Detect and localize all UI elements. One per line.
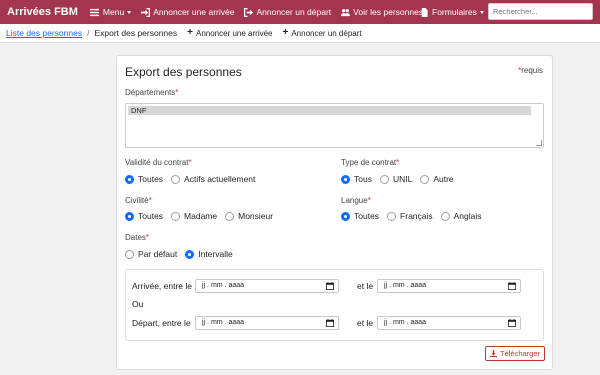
page-title: Export des personnes [125, 65, 242, 79]
arrival-between-label: Arrivée, entre le [132, 281, 192, 291]
top-navbar: Arrivées FBM Menu Annoncer une arrivée A… [0, 0, 600, 24]
radio-unchecked[interactable] [379, 174, 389, 184]
plus-icon: + [187, 27, 193, 38]
departments-label: Départements* [125, 88, 179, 97]
nav-view-people-label: Voir les personnes [353, 7, 424, 17]
contract-type-label: Type de contrat* [341, 158, 400, 167]
sign-out-icon [243, 7, 253, 17]
caret-down-icon [127, 10, 132, 14]
validity-option-all[interactable]: Toutes [125, 174, 163, 184]
announce-departure-label: Annoncer un départ [291, 28, 362, 38]
menu-label: Menu [102, 7, 125, 17]
validity-option-active[interactable]: Actifs actuellement [171, 174, 255, 184]
language-radio-group: Toutes Français Anglais [341, 211, 490, 221]
nav-announce-departure-label: Annoncer un départ [256, 7, 332, 17]
radio-unchecked[interactable] [171, 211, 181, 221]
calendar-icon[interactable] [326, 319, 334, 327]
arrival-start-date-input[interactable]: jj . mm . aaaa [195, 279, 339, 293]
civility-option-madame[interactable]: Madame [171, 211, 217, 221]
contract-type-option-other[interactable]: Autre [420, 174, 454, 184]
nav-view-people[interactable]: Voir les personnes [340, 7, 423, 17]
download-button[interactable]: Télécharger [485, 346, 545, 361]
date-interval-box: Arrivée, entre le jj . mm . aaaa et le j… [125, 269, 544, 341]
radio-unchecked[interactable] [387, 211, 397, 221]
radio-unchecked[interactable] [440, 211, 450, 221]
validity-label: Validité du contrat* [125, 158, 192, 167]
menu-dropdown[interactable]: Menu [90, 7, 132, 17]
breadcrumb-separator: / [87, 28, 90, 38]
download-icon [489, 350, 497, 357]
brand-logo[interactable]: Arrivées FBM [7, 6, 78, 18]
arrival-end-date-input[interactable]: jj . mm . aaaa [377, 279, 521, 293]
sign-in-icon [140, 7, 150, 17]
department-option-selected[interactable]: DNF [128, 106, 531, 115]
language-option-all[interactable]: Toutes [341, 211, 379, 221]
announce-departure-button[interactable]: + Annoncer un départ [283, 28, 362, 38]
forms-label: Formulaires [432, 7, 477, 17]
plus-icon: + [282, 27, 289, 38]
radio-unchecked[interactable] [125, 249, 134, 259]
calendar-icon[interactable] [326, 282, 334, 290]
dates-option-interval[interactable]: Intervalle [185, 249, 233, 259]
validity-radio-group: Toutes Actifs actuellement [125, 174, 263, 184]
dates-label: Dates* [125, 233, 150, 242]
civility-radio-group: Toutes Madame Monsieur [125, 211, 281, 221]
radio-checked[interactable] [125, 174, 134, 184]
breadcrumb: Liste des personnes / Export des personn… [0, 24, 600, 43]
calendar-icon[interactable] [508, 282, 516, 290]
nav-announce-arrival-label: Annoncer une arrivée [153, 7, 235, 17]
nav-right-group: Formulaires [419, 0, 493, 24]
users-icon [340, 7, 350, 17]
radio-checked[interactable] [185, 249, 195, 259]
forms-dropdown[interactable]: Formulaires [419, 7, 484, 17]
breadcrumb-current: Export des personnes [94, 28, 178, 38]
language-option-french[interactable]: Français [387, 211, 433, 221]
announce-arrival-label: Annoncer une arrivée [196, 28, 273, 38]
arrival-and-label: et le [357, 281, 374, 291]
radio-checked[interactable] [341, 174, 350, 184]
caret-down-icon [479, 10, 484, 14]
civility-option-all[interactable]: Toutes [125, 211, 163, 221]
dates-radio-group: Par défaut Intervalle [125, 249, 241, 259]
resize-handle[interactable] [536, 140, 542, 146]
nav-announce-departure[interactable]: Annoncer un départ [243, 7, 331, 17]
radio-unchecked[interactable] [225, 211, 235, 221]
breadcrumb-people-list-link[interactable]: Liste des personnes [6, 28, 82, 38]
contract-type-option-all[interactable]: Tous [341, 174, 372, 184]
radio-unchecked[interactable] [171, 174, 181, 184]
or-label: Ou [132, 299, 144, 309]
required-note: *requis [518, 66, 543, 75]
export-form-card: Export des personnes *requis Département… [116, 55, 553, 370]
language-option-english[interactable]: Anglais [440, 211, 482, 221]
contract-type-radio-group: Tous UNIL Autre [341, 174, 462, 184]
radio-unchecked[interactable] [420, 174, 430, 184]
contract-type-option-unil[interactable]: UNIL [379, 174, 412, 184]
radio-checked[interactable] [341, 211, 350, 221]
departure-and-label: et le [357, 318, 374, 328]
hamburger-icon [90, 7, 100, 17]
civility-option-monsieur[interactable]: Monsieur [225, 211, 273, 221]
document-icon [419, 7, 429, 17]
download-label: Télécharger [499, 349, 541, 358]
dates-option-default[interactable]: Par défaut [125, 249, 177, 259]
language-label: Langue* [341, 196, 371, 205]
departure-end-date-input[interactable]: jj . mm . aaaa [377, 316, 521, 330]
radio-checked[interactable] [125, 211, 134, 221]
search-input[interactable] [488, 3, 593, 20]
calendar-icon[interactable] [508, 319, 516, 327]
nav-announce-arrival[interactable]: Annoncer une arrivée [140, 7, 234, 17]
announce-arrival-button[interactable]: + Annoncer une arrivée [187, 28, 272, 38]
departure-between-label: Départ, entre le [132, 318, 191, 328]
departments-select[interactable]: DNF [125, 103, 544, 148]
departure-start-date-input[interactable]: jj . mm . aaaa [195, 316, 339, 330]
civility-label: Civilité* [125, 196, 152, 205]
